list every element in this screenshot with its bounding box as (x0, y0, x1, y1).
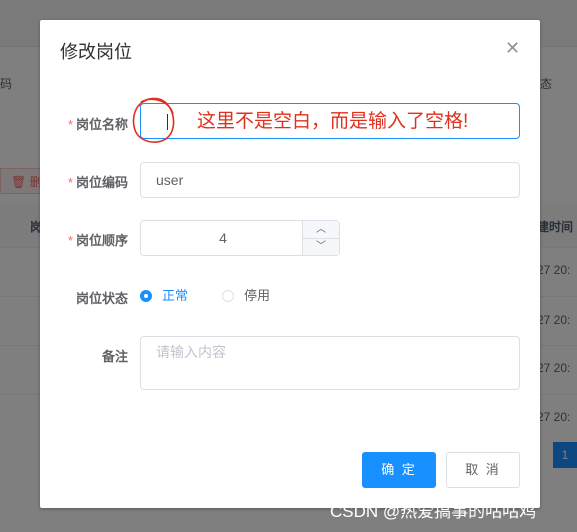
status-radio-normal[interactable]: 正常 (140, 288, 188, 304)
confirm-button[interactable]: 确 定 (362, 452, 436, 488)
watermark: CSDN @热爱搞事的咕咕鸡 (330, 502, 537, 521)
post-sort-value[interactable]: 4 (141, 221, 305, 255)
edit-post-dialog: 修改岗位 ✕ * 岗位名称 这里不是空白，而是输入了空格! * 岗位编码 user … (40, 20, 540, 508)
required-asterisk: * (67, 233, 73, 248)
chevron-up-icon[interactable]: ︿ (303, 221, 339, 239)
post-name-input[interactable]: 这里不是空白，而是输入了空格! (132, 97, 520, 143)
post-sort-label: * 岗位顺序 (67, 233, 128, 248)
status-radio-disabled[interactable]: 停用 (222, 288, 270, 304)
radio-checked-icon (140, 290, 152, 302)
close-icon[interactable]: ✕ (505, 38, 520, 58)
post-name-label: * 岗位名称 (67, 117, 128, 132)
required-asterisk: * (67, 117, 73, 132)
post-code-input[interactable]: user (140, 162, 520, 198)
annotation-note: 这里不是空白，而是输入了空格! (197, 111, 469, 132)
cancel-button[interactable]: 取 消 (446, 452, 520, 488)
post-status-label: 岗位状态 (75, 291, 128, 306)
dialog-title: 修改岗位 (60, 42, 132, 62)
remark-textarea[interactable] (140, 336, 520, 390)
post-code-label: * 岗位编码 (67, 175, 128, 190)
annotation-circle (132, 97, 175, 143)
radio-unchecked-icon (222, 290, 234, 302)
required-asterisk: * (67, 175, 73, 190)
post-sort-stepper[interactable]: 4 ︿ ﹀ (140, 220, 340, 256)
remark-label: 备注 (101, 349, 128, 364)
stepper-buttons: ︿ ﹀ (302, 221, 339, 255)
chevron-down-icon[interactable]: ﹀ (303, 238, 339, 255)
